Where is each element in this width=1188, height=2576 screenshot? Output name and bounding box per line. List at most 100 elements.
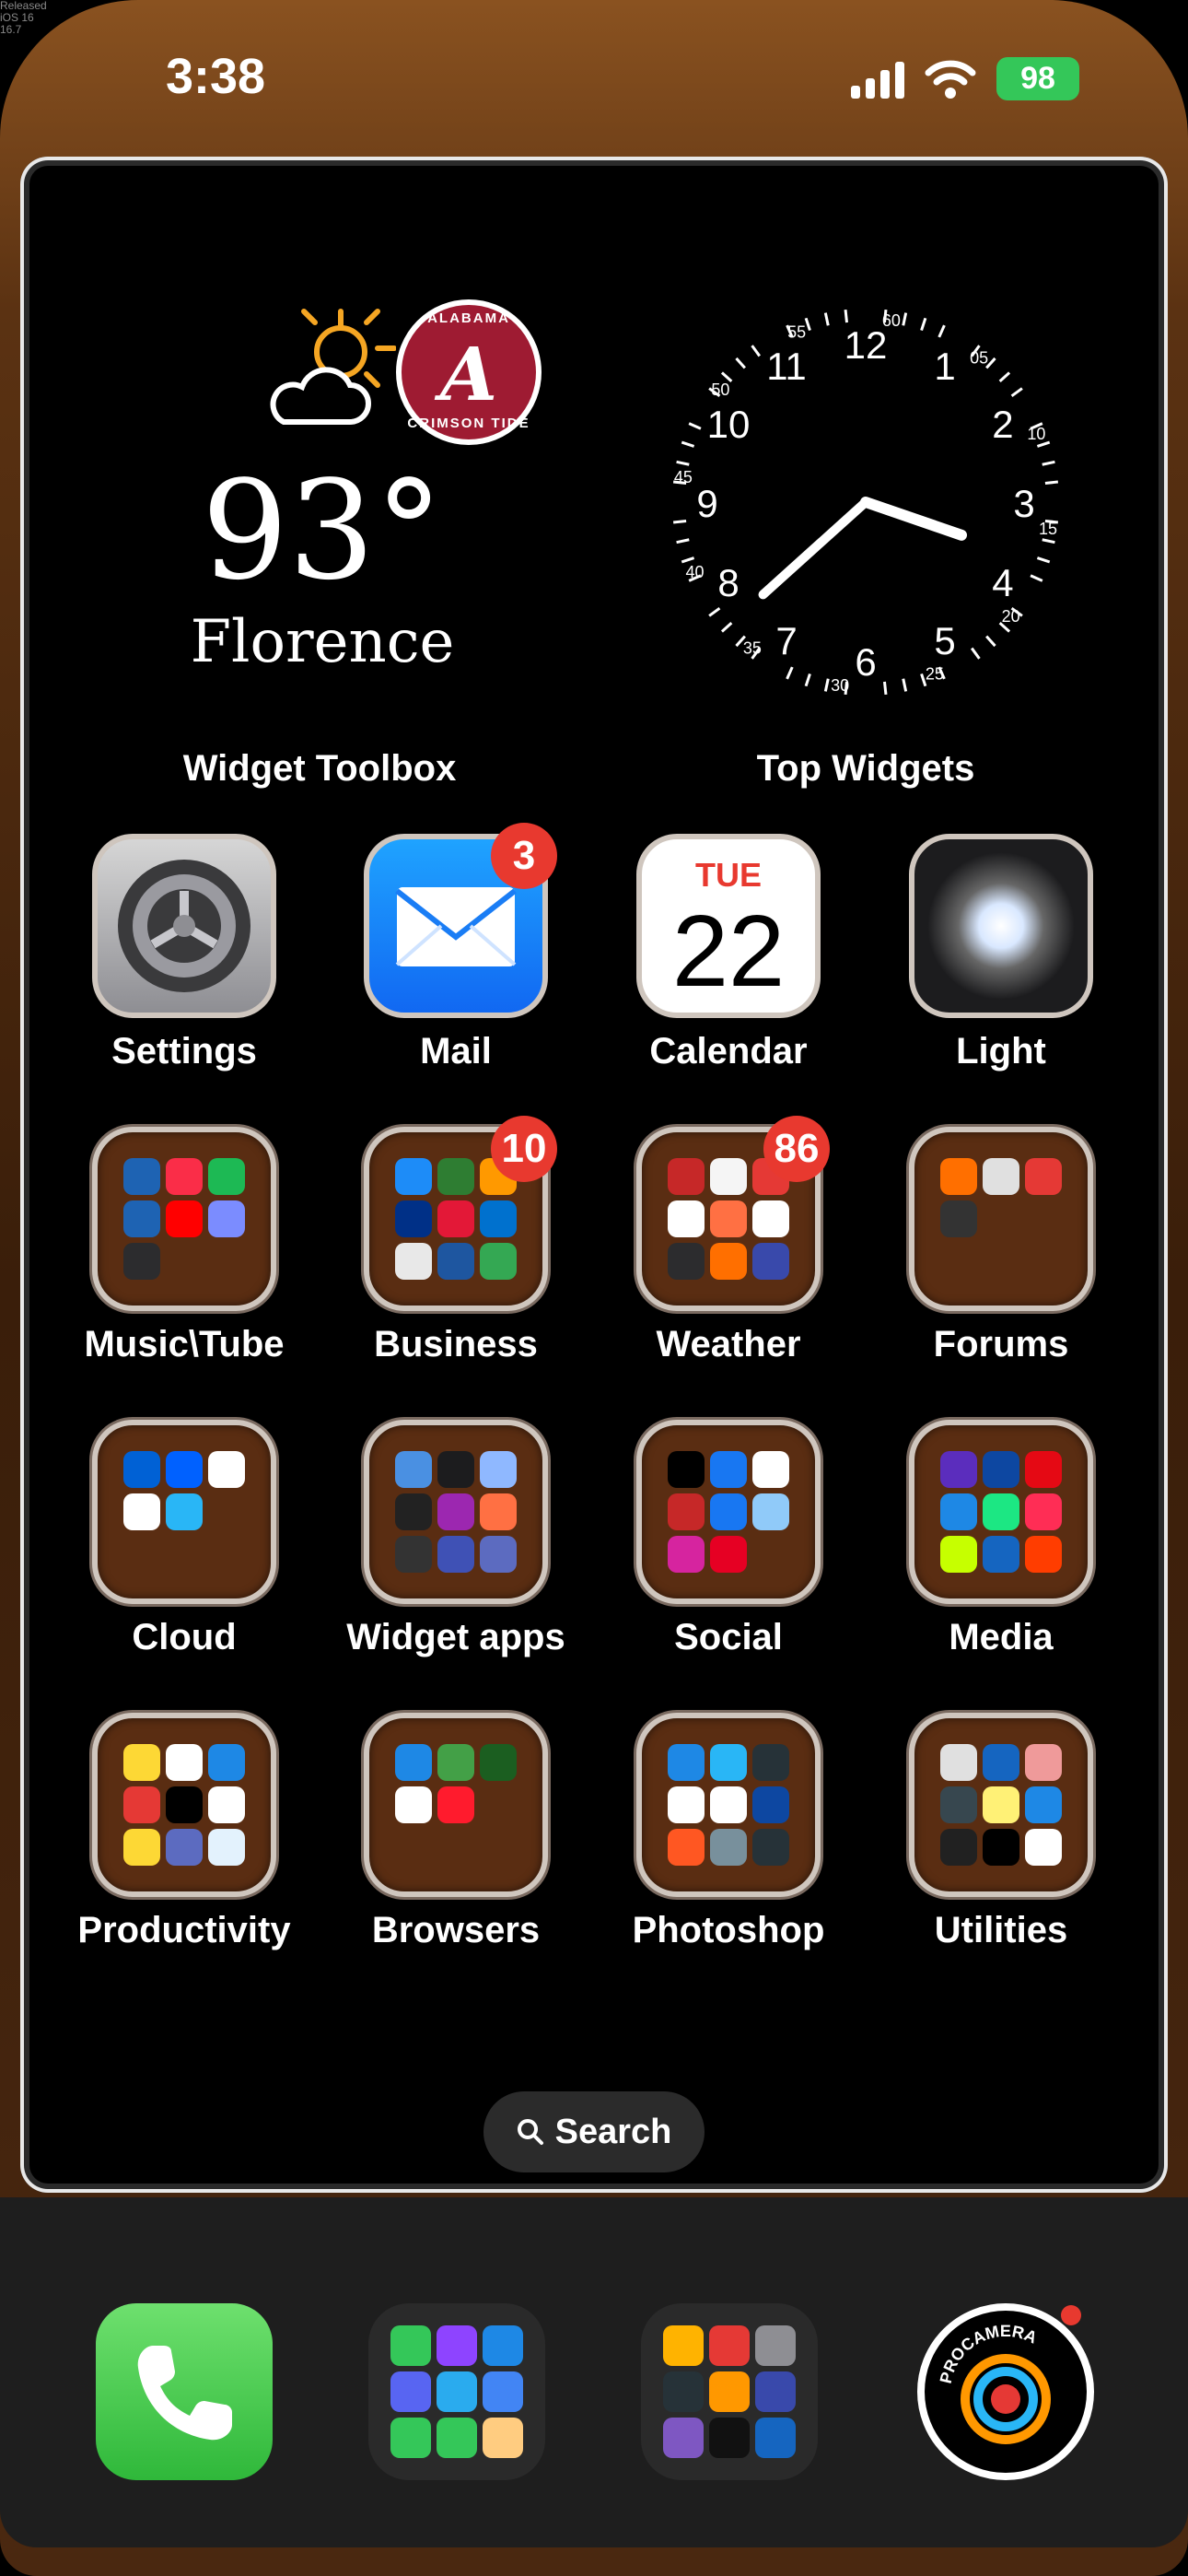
app-business[interactable]: 10 Business — [318, 1116, 594, 1365]
mini-app-icon — [983, 1451, 1019, 1488]
mini-app-icon — [755, 2418, 796, 2458]
calendar-icon: TUE 22 — [636, 834, 821, 1018]
mini-app-icon — [940, 1200, 977, 1237]
folder-icon — [364, 1713, 548, 1897]
app-utilities[interactable]: Utilities — [863, 1713, 1139, 1951]
mini-app-icon — [983, 1536, 1019, 1573]
mini-app-icon — [710, 1829, 747, 1866]
app-light[interactable]: Light — [863, 834, 1139, 1072]
notification-dot — [1061, 2305, 1081, 2325]
app-calendar[interactable]: TUE 22 Calendar — [590, 834, 867, 1072]
mini-app-icon — [668, 1744, 705, 1781]
app-forums[interactable]: Forums — [863, 1127, 1139, 1365]
mini-app-icon — [437, 1493, 474, 1530]
app-label: Browsers — [371, 1910, 541, 1950]
clock-tick — [720, 622, 733, 633]
mini-app-icon — [940, 1829, 977, 1866]
app-music-tube[interactable]: Music\Tube — [46, 1127, 322, 1365]
mini-app-icon — [395, 1744, 432, 1781]
photos-folder[interactable] — [641, 2303, 818, 2480]
phone-icon[interactable] — [96, 2303, 273, 2480]
mini-app-icon — [940, 1158, 977, 1195]
mini-app-icon — [983, 1158, 1019, 1195]
mini-app-icon — [437, 1786, 474, 1823]
app-browsers[interactable]: Browsers — [318, 1713, 594, 1951]
clock-minute-number: 15 — [1039, 520, 1057, 538]
clock-hour-number: 1 — [934, 345, 955, 388]
clock-tick — [708, 606, 721, 617]
procamera-icon[interactable]: PROCAMERA — [917, 2303, 1094, 2480]
folder-icon: 86 — [636, 1116, 830, 1311]
widget-label-toolbox: Widget Toolbox — [182, 748, 457, 789]
mini-app-icon — [752, 1451, 789, 1488]
clock-tick — [786, 666, 794, 680]
mini-app-icon — [1025, 1536, 1062, 1573]
mini-app-icon — [395, 1536, 432, 1573]
mini-app-icon — [166, 1158, 203, 1195]
mini-app-icon — [663, 2418, 704, 2458]
clock-minute-number: 45 — [674, 468, 693, 486]
clock-tick — [676, 538, 690, 544]
status-bar-right: 98 — [851, 57, 1079, 100]
mini-app-icon — [437, 2418, 477, 2458]
clock-hour-number: 5 — [934, 619, 955, 662]
app-media[interactable]: Media — [863, 1420, 1139, 1658]
mini-app-icon — [710, 1744, 747, 1781]
mini-app-icon — [940, 1744, 977, 1781]
clock-minute-number: 05 — [970, 348, 988, 367]
mini-app-icon — [123, 1786, 160, 1823]
clock-widget[interactable]: 1 05 2 10 3 15 4 20 5 25 6 30 7 35 8 40 945 10 50 11 55 1260 — [645, 281, 1087, 723]
logo-text-bottom: CRIMSON TIDE — [407, 416, 530, 431]
mini-app-icon — [983, 1829, 1019, 1866]
clock-hour-number: 2 — [992, 403, 1013, 446]
app-label: Media — [949, 1617, 1054, 1657]
clock-tick — [823, 312, 830, 326]
weather-widget[interactable]: ALABAMA A CRIMSON TIDE 93° Florence — [92, 286, 553, 682]
app-label: Forums — [933, 1324, 1069, 1364]
mini-app-icon — [123, 1829, 160, 1866]
mini-app-icon — [123, 1243, 160, 1280]
messaging-folder[interactable] — [368, 2303, 545, 2480]
mini-app-icon — [480, 1493, 517, 1530]
clock-minute-number: 30 — [831, 676, 849, 695]
mini-app-icon — [752, 1786, 789, 1823]
app-cloud[interactable]: Cloud — [46, 1420, 322, 1658]
mini-app-icon — [123, 1744, 160, 1781]
app-social[interactable]: Social — [590, 1420, 867, 1658]
clock-minute-number: 35 — [743, 639, 762, 658]
app-settings[interactable]: Settings — [46, 834, 322, 1072]
mini-app-icon — [710, 1200, 747, 1237]
app-mail[interactable]: 3 Mail — [318, 823, 594, 1072]
mini-app-icon — [480, 1243, 517, 1280]
mini-app-icon — [940, 1493, 977, 1530]
clock-minute-number: 60 — [882, 311, 901, 330]
clock-minute-number: 40 — [686, 563, 705, 581]
app-photoshop[interactable]: Photoshop — [590, 1713, 867, 1951]
folder-icon: 10 — [364, 1116, 557, 1311]
app-label: Settings — [111, 1031, 257, 1071]
mini-app-icon — [668, 1786, 705, 1823]
weather-temperature: 93° — [201, 451, 444, 610]
search-button[interactable]: Search — [483, 2091, 705, 2172]
app-productivity[interactable]: Productivity — [46, 1713, 322, 1951]
mini-app-icon — [166, 1744, 203, 1781]
clock-minute-number: 20 — [1002, 607, 1020, 626]
clock-hour-hand — [860, 497, 968, 541]
clock-hour-number: 10 — [707, 403, 751, 446]
clock-hour-number: 9 — [696, 482, 717, 525]
folder-icon — [92, 1127, 276, 1311]
clock-tick — [688, 422, 702, 430]
mini-app-icon — [480, 1451, 517, 1488]
battery-level: 98 — [1020, 61, 1055, 96]
clock-hour-number: 6 — [855, 640, 876, 684]
calendar-weekday: TUE — [695, 856, 762, 894]
mini-app-icon — [437, 1158, 474, 1195]
mini-app-icon — [752, 1243, 789, 1280]
clock-hour-number: 8 — [717, 561, 739, 604]
app-label: Cloud — [132, 1617, 237, 1657]
mini-app-icon — [390, 2325, 431, 2366]
clock-tick — [938, 324, 946, 338]
mini-app-icon — [668, 1536, 705, 1573]
app-widget-apps[interactable]: Widget apps — [318, 1420, 594, 1658]
app-weather[interactable]: 86 Weather — [590, 1116, 867, 1365]
